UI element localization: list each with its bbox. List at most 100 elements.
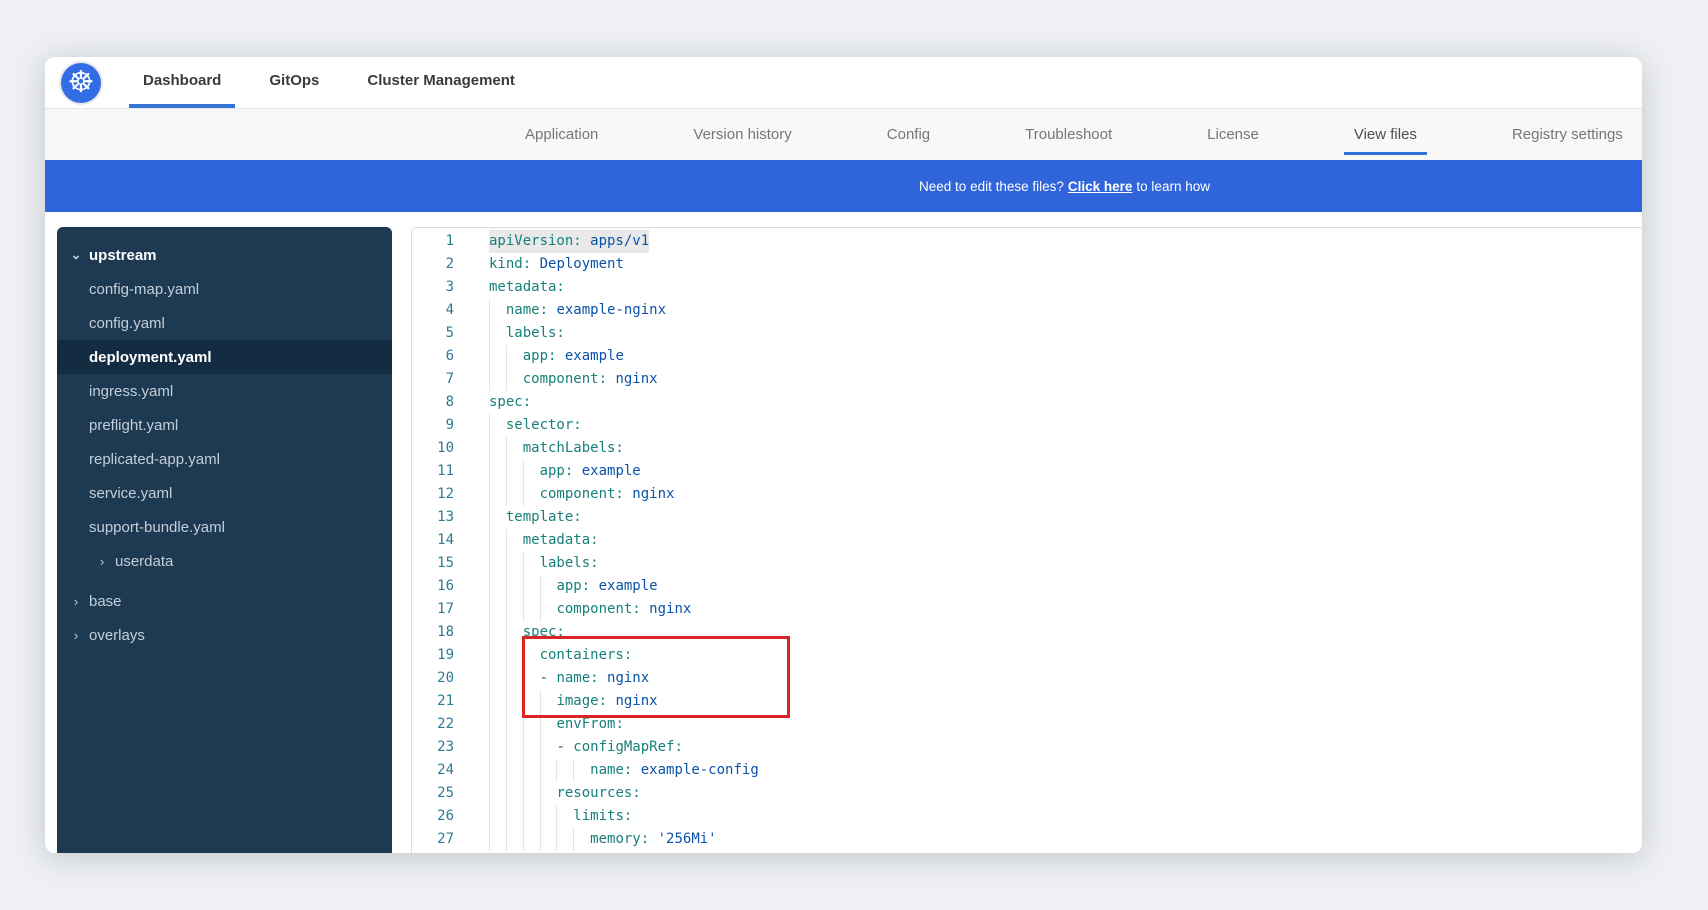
line-number: 6 (412, 345, 454, 368)
code-line-8[interactable]: 8spec: (412, 391, 1642, 414)
subnav-tab-license[interactable]: License (1197, 109, 1269, 160)
line-text: image: nginx (489, 690, 658, 713)
line-number: 19 (412, 644, 454, 667)
code-line-5[interactable]: 5 labels: (412, 322, 1642, 345)
chevron-down-icon: ⌄ (69, 247, 83, 263)
chevron-right-icon: › (95, 554, 109, 569)
line-number: 12 (412, 483, 454, 506)
tree-item-label: base (89, 593, 122, 610)
subnav-tab-troubleshoot[interactable]: Troubleshoot (1015, 109, 1122, 160)
file-ingress.yaml[interactable]: ingress.yaml (57, 374, 392, 408)
code-line-27[interactable]: 27memory: '256Mi' (412, 828, 1642, 851)
line-text: labels: (489, 322, 565, 345)
banner-text-prefix: Need to edit these files? (919, 179, 1064, 194)
logo-wrap: ☸ (45, 57, 117, 108)
line-text: app: example (489, 345, 624, 368)
line-text: template: (489, 506, 582, 529)
line-number: 4 (412, 299, 454, 322)
line-text: spec: (489, 621, 565, 644)
code-line-22[interactable]: 22 envFrom: (412, 713, 1642, 736)
file-tree-sidebar: ⌄upstreamconfig-map.yaml config.yaml deplo… (57, 227, 392, 853)
folder-base[interactable]: ›base (57, 584, 392, 618)
line-number: 2 (412, 253, 454, 276)
file-replicated-app.yaml[interactable]: replicated-app.yaml (57, 442, 392, 476)
line-number: 5 (412, 322, 454, 345)
code-line-1[interactable]: 1 apiVersion: apps/v1 (412, 230, 1642, 253)
header-tab-bar: Dashboard GitOps Cluster Management (129, 57, 549, 108)
line-text: selector: (489, 414, 582, 437)
code-line-23[interactable]: 23- configMapRef: (412, 736, 1642, 759)
code-line-15[interactable]: 15labels: (412, 552, 1642, 575)
code-line-26[interactable]: 26limits: (412, 805, 1642, 828)
code-line-2[interactable]: 2kind: Deployment (412, 253, 1642, 276)
tree-item-label: support-bundle.yaml (89, 519, 225, 536)
line-number: 21 (412, 690, 454, 713)
subnav-tab-config[interactable]: Config (877, 109, 940, 160)
line-number: 18 (412, 621, 454, 644)
line-text: component: nginx (489, 483, 674, 506)
code-line-13[interactable]: 13template: (412, 506, 1642, 529)
line-text: component: nginx (489, 598, 691, 621)
line-number: 22 (412, 713, 454, 736)
subnav-tab-version-history[interactable]: Version history (683, 109, 801, 160)
code-line-6[interactable]: 6 app: example (412, 345, 1642, 368)
tree-item-label: replicated-app.yaml (89, 451, 220, 468)
code-line-16[interactable]: 16app: example (412, 575, 1642, 598)
file-preflight.yaml[interactable]: preflight.yaml (57, 408, 392, 442)
code-line-7[interactable]: 7component: nginx (412, 368, 1642, 391)
line-text: metadata: (489, 529, 599, 552)
line-number: 9 (412, 414, 454, 437)
code-line-9[interactable]: 9 selector: (412, 414, 1642, 437)
code-line-25[interactable]: 25resources: (412, 782, 1642, 805)
code-line-21[interactable]: 21 image: nginx (412, 690, 1642, 713)
subnav-tab-application[interactable]: Application (515, 109, 608, 160)
line-text: component: nginx (489, 368, 658, 391)
tree-item-label: userdata (115, 553, 173, 570)
code-line-17[interactable]: 17component: nginx (412, 598, 1642, 621)
tree-item-label: config.yaml (89, 315, 165, 332)
tree-item-label: preflight.yaml (89, 417, 178, 434)
line-text: spec: (489, 391, 531, 414)
line-number: 14 (412, 529, 454, 552)
code-line-11[interactable]: 11app: example (412, 460, 1642, 483)
code-line-20[interactable]: 20- name: nginx (412, 667, 1642, 690)
code-line-14[interactable]: 14 metadata: (412, 529, 1642, 552)
code-line-4[interactable]: 4 name: example-nginx (412, 299, 1642, 322)
view-files-content: ⌄upstreamconfig-map.yaml config.yaml deplo… (45, 212, 1642, 853)
yaml-editor[interactable]: 1apiVersion: apps/v12kind: Deployment3me… (411, 227, 1642, 853)
file-deployment.yaml[interactable]: deployment.yaml (57, 340, 392, 374)
line-number: 23 (412, 736, 454, 759)
code-line-3[interactable]: 3metadata: (412, 276, 1642, 299)
code-line-12[interactable]: 12 component: nginx (412, 483, 1642, 506)
line-text: resources: (489, 782, 641, 805)
tree-item-label: ingress.yaml (89, 383, 173, 400)
header-tab-dashboard[interactable]: Dashboard (129, 57, 235, 108)
file-config.yaml[interactable]: config.yaml (57, 306, 392, 340)
folder-upstream[interactable]: ⌄upstream (57, 238, 392, 272)
code-line-24[interactable]: 24name: example-config (412, 759, 1642, 782)
folder-userdata[interactable]: › userdata (57, 544, 392, 578)
line-number: 1 (412, 230, 454, 253)
tree-item-label: overlays (89, 627, 145, 644)
line-text: envFrom: (489, 713, 624, 736)
line-text: apiVersion: apps/v1 (489, 230, 649, 253)
line-number: 3 (412, 276, 454, 299)
code-line-19[interactable]: 19containers: (412, 644, 1642, 667)
click-here-link[interactable]: Click here (1068, 179, 1133, 194)
tree-item-label: deployment.yaml (89, 349, 212, 366)
code-line-18[interactable]: 18 spec: (412, 621, 1642, 644)
file-support-bundle.yaml[interactable]: support-bundle.yaml (57, 510, 392, 544)
line-number: 11 (412, 460, 454, 483)
subnav-tab-registry-settings[interactable]: Registry settings (1502, 109, 1633, 160)
line-text: name: example-nginx (489, 299, 666, 322)
folder-overlays[interactable]: › overlays (57, 618, 392, 652)
code-line-10[interactable]: 10matchLabels: (412, 437, 1642, 460)
chevron-right-icon: › (69, 628, 83, 643)
app-subnav: Application Version history Config Troubles… (45, 108, 1642, 160)
header-tab-cluster-management[interactable]: Cluster Management (353, 57, 529, 108)
subnav-tab-view-files[interactable]: View files (1344, 109, 1427, 160)
file-service.yaml[interactable]: service.yaml (57, 476, 392, 510)
admin-console-window: ☸ Dashboard GitOps Cluster Management Appl… (45, 57, 1642, 853)
header-tab-gitops[interactable]: GitOps (255, 57, 333, 108)
file-config-map.yaml[interactable]: config-map.yaml (57, 272, 392, 306)
